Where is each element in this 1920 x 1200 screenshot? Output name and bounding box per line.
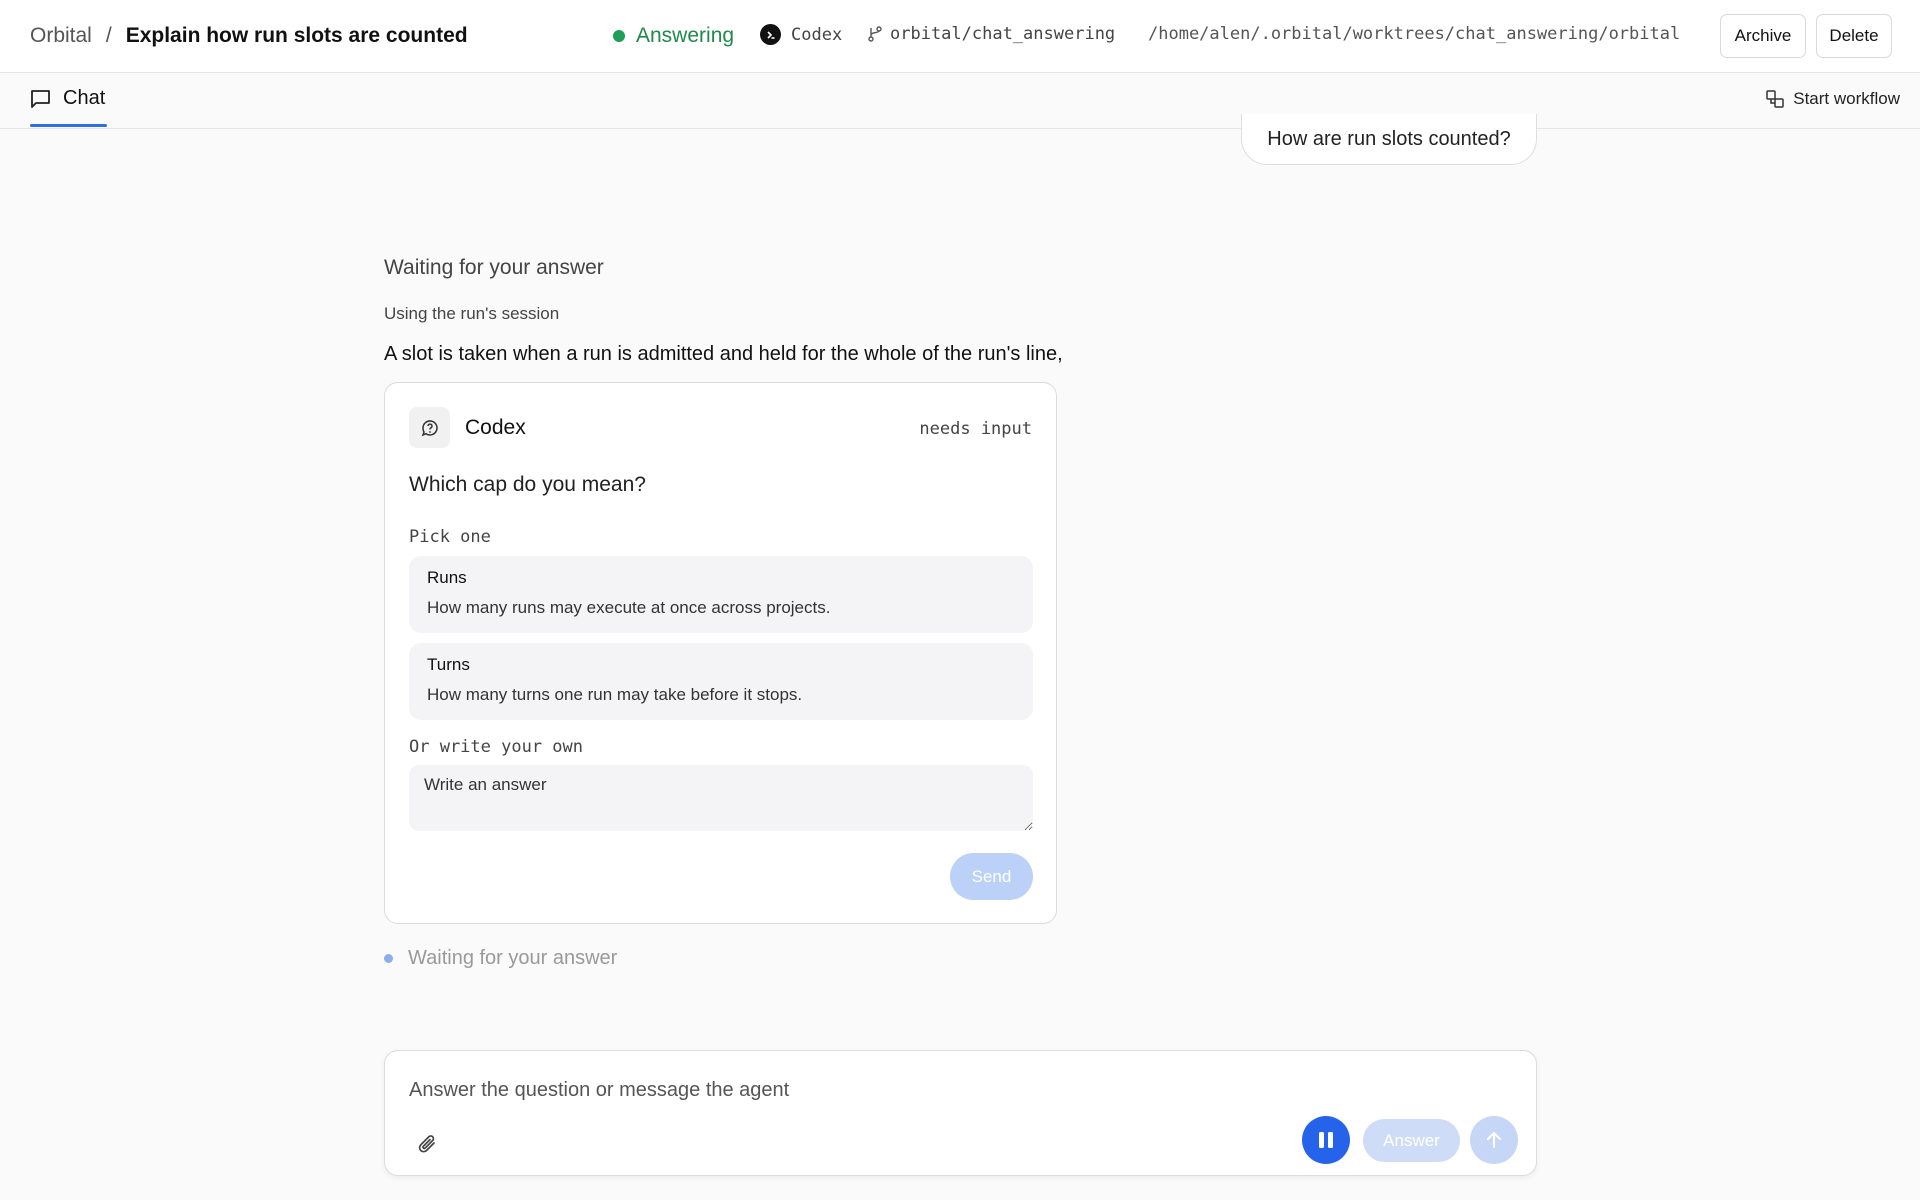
workflow-icon [1766,90,1784,108]
status-label: Answering [636,24,735,47]
option-turns[interactable]: Turns How many turns one run may take be… [409,643,1033,720]
question-status: needs input [919,419,1032,439]
pause-icon [1319,1132,1333,1148]
question-agent-name: Codex [465,416,526,439]
breadcrumb: Orbital / Explain how run slots are coun… [30,24,468,48]
message-input[interactable] [409,1075,1509,1105]
start-workflow-label: Start workflow [1793,89,1900,108]
option-name: Turns [427,655,470,674]
arrow-up-icon [1487,1132,1501,1148]
status-bullet-icon [384,954,393,963]
breadcrumb-separator: / [105,24,112,47]
top-header: Orbital / Explain how run slots are coun… [0,0,1920,73]
pick-one-label: Pick one [409,527,491,547]
archive-button[interactable]: Archive [1720,14,1806,58]
waiting-title: Waiting for your answer [384,256,604,279]
branch-name: orbital/chat_answering [890,24,1116,44]
status-dot-icon [613,30,625,42]
own-answer-input[interactable] [409,765,1033,831]
start-workflow-button[interactable]: Start workflow [1765,89,1900,109]
question-card: Codex needs input Which cap do you mean?… [384,382,1057,924]
option-name: Runs [427,568,467,587]
active-tab-indicator [30,124,107,127]
option-description: How many runs may execute at once across… [427,598,831,617]
agent-name: Codex [791,24,843,45]
tab-bar: Chat Start workflow [0,73,1920,129]
codex-icon [760,24,781,45]
worktree-path: /home/alen/.orbital/worktrees/chat_answe… [1148,24,1681,44]
answer-button[interactable]: Answer [1363,1119,1460,1162]
session-note: Using the run's session [384,304,560,323]
send-button[interactable]: Send [950,853,1033,900]
waiting-status-text: Waiting for your answer [408,947,618,969]
question-icon [409,407,450,448]
chat-icon [31,89,50,108]
option-description: How many turns one run may take before i… [427,685,803,704]
user-message-bubble: How are run slots counted? [1241,114,1537,165]
agent-answer-text: A slot is taken when a run is admitted a… [384,343,1063,365]
pause-button[interactable] [1302,1116,1350,1164]
tab-chat[interactable]: Chat [30,87,105,110]
delete-button[interactable]: Delete [1816,14,1892,58]
waiting-status-line: Waiting for your answer [384,947,617,970]
branch-indicator: orbital/chat_answering [866,24,1115,44]
message-composer: Answer [384,1050,1537,1176]
write-own-label: Or write your own [409,737,583,757]
agent-indicator: Codex [760,24,842,45]
submit-button[interactable] [1470,1116,1518,1164]
option-runs[interactable]: Runs How many runs may execute at once a… [409,556,1033,633]
tab-chat-label: Chat [63,87,106,109]
branch-icon [868,26,882,42]
question-text: Which cap do you mean? [409,473,646,496]
breadcrumb-root[interactable]: Orbital [30,24,92,48]
status-badge: Answering [613,24,734,48]
page-title: Explain how run slots are counted [125,24,468,47]
paperclip-icon[interactable] [413,1129,443,1159]
